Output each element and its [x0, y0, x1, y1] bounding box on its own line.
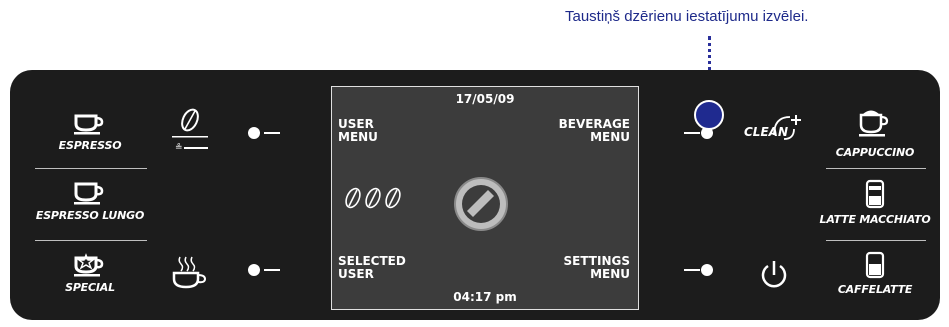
special-cup-icon	[74, 253, 104, 277]
highlight-marker	[694, 100, 724, 130]
aroma-dash	[264, 132, 280, 134]
power-icon[interactable]	[758, 258, 790, 290]
svg-text:≗: ≗	[175, 143, 183, 153]
aroma-button[interactable]	[248, 127, 260, 139]
selected-user-line2: USER	[338, 267, 374, 281]
caffelatte-glass-icon	[865, 251, 885, 279]
special-label: SPECIAL	[65, 281, 115, 294]
cappuccino-label: CAPPUCCINO	[835, 146, 915, 159]
espresso-label: ESPRESSO	[58, 139, 122, 152]
screen-time: 04:17 pm	[453, 290, 517, 304]
right-separator-1	[826, 168, 926, 169]
callout-text: Taustiņš dzērienu iestatījumu izvēlei.	[565, 8, 809, 25]
clean-button[interactable]: CLEAN	[742, 113, 808, 149]
left-separator-2	[35, 240, 147, 241]
coffee-strength-beans-icon	[345, 187, 401, 209]
caffelatte-label: CAFFELATTE	[837, 283, 913, 296]
hot-water-dash	[264, 269, 280, 271]
user-menu-label[interactable]: USER MENU	[338, 118, 378, 144]
machine-logo-icon	[454, 177, 508, 231]
latte-macchiato-glass-icon	[865, 179, 885, 209]
user-menu-line2: MENU	[338, 130, 378, 144]
hot-water-button[interactable]	[248, 264, 260, 276]
espresso-cup-icon	[74, 114, 104, 135]
settings-menu-button[interactable]	[701, 264, 713, 276]
beverage-menu-line2: MENU	[590, 130, 630, 144]
screen-date: 17/05/09	[455, 92, 515, 106]
espresso-lungo-label: ESPRESSO LUNGO	[35, 209, 145, 222]
beverage-menu-dash	[684, 132, 700, 134]
settings-menu-line2: MENU	[590, 267, 630, 281]
display-screen: 17/05/09 USER MENU BEVERAGE MENU SELECTE…	[331, 86, 639, 310]
cappuccino-cup-icon	[859, 110, 889, 137]
beverage-menu-label[interactable]: BEVERAGE MENU	[559, 118, 630, 144]
settings-menu-label[interactable]: SETTINGS MENU	[564, 255, 631, 281]
selected-user-label[interactable]: SELECTED USER	[338, 255, 406, 281]
settings-menu-dash	[684, 269, 700, 271]
clean-arc-plus-icon	[773, 115, 801, 140]
right-separator-2	[826, 240, 926, 241]
left-separator-1	[35, 168, 147, 169]
latte-macchiato-label: LATTE MACCHIATO	[819, 213, 931, 226]
coffee-bean-aroma-icon: ≗	[172, 108, 208, 153]
espresso-lungo-cup-icon	[74, 182, 104, 205]
hot-water-cup-icon	[172, 256, 207, 289]
